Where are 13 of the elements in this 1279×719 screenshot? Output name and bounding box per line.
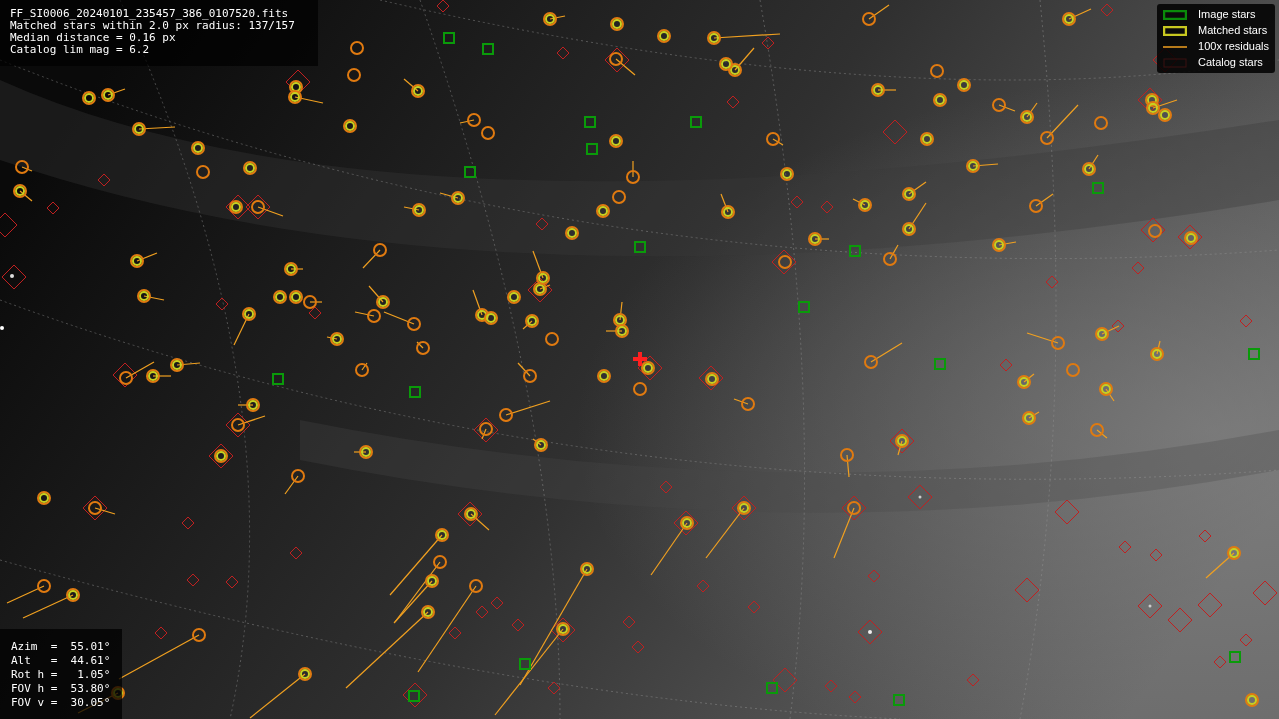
pointing-text: FOV h = 53.80° [11,682,112,696]
info-text: Catalog lim mag = 6.2 [10,44,151,56]
legend-label: Matched stars [1198,23,1268,39]
pointing-text: Rot h = 1.05° [11,668,112,682]
legend-label: Image stars [1198,7,1256,23]
pointing-text: Azim = 55.01° [11,640,112,654]
info-text: FF_SI0006_20240101_235457_386_0107520.fits [10,8,290,20]
pointing-text: Alt = 44.61° [11,654,112,668]
legend-label: 100x residuals [1198,39,1269,55]
legend-label: Catalog stars [1198,55,1263,71]
info-text: Matched stars within 2.0 px radius: 137/157 [10,20,296,32]
pointing-text: FOV v = 30.05° [11,696,112,710]
info-text: Median distance = 0.16 px [10,32,177,44]
